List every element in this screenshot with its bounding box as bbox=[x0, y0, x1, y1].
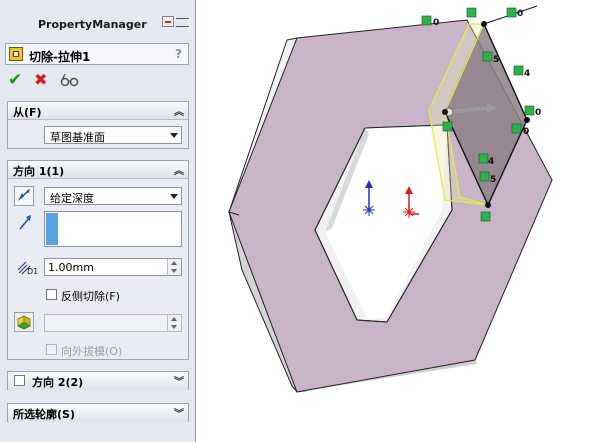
sketch-vertex[interactable] bbox=[485, 202, 491, 208]
feature-header: 切除-拉伸1 ? bbox=[5, 43, 189, 65]
relation-label: 0 bbox=[517, 9, 523, 19]
relation-label: 4 bbox=[524, 69, 530, 79]
help-icon[interactable]: ? bbox=[175, 47, 182, 61]
sketch-vertex[interactable] bbox=[524, 117, 530, 123]
selection-highlight bbox=[46, 213, 58, 245]
draft-outward-checkbox[interactable] bbox=[46, 344, 57, 355]
flip-side-label: 反侧切除(F) bbox=[61, 290, 120, 303]
selected-contours-header[interactable]: 所选轮廓(S) ︾ bbox=[8, 404, 188, 422]
panel-title-icons[interactable] bbox=[162, 16, 190, 28]
end-condition-select[interactable]: 给定深度 bbox=[44, 187, 182, 205]
reverse-direction-icon bbox=[18, 189, 30, 201]
ok-button[interactable]: ✔ bbox=[8, 70, 28, 90]
flip-side-checkbox[interactable] bbox=[46, 289, 57, 300]
direction1-header[interactable]: 方向 1(1) ︽ bbox=[8, 161, 188, 179]
direction2-checkbox[interactable] bbox=[14, 375, 25, 386]
relation-label: 0 bbox=[433, 18, 439, 28]
panel-title: PropertyManager bbox=[38, 18, 147, 31]
chevron-down-icon bbox=[170, 194, 178, 199]
direction1-label: 方向 1(1) bbox=[13, 165, 65, 178]
direction1-group: 方向 1(1) ︽ 给定深度 D1 1.00mm 反侧切除(F) 向外拔模(O) bbox=[7, 160, 189, 360]
from-group-label: 从(F) bbox=[13, 106, 42, 119]
glasses-icon bbox=[60, 73, 79, 87]
draft-spin-buttons[interactable] bbox=[167, 315, 181, 331]
panel-auto-hide-icon[interactable] bbox=[162, 16, 174, 27]
depth-spin-buttons[interactable] bbox=[167, 259, 181, 275]
from-group-header[interactable]: 从(F) ︽ bbox=[8, 102, 188, 120]
model-canvas[interactable]: 0 0 5 4 0 4 5 0 bbox=[197, 0, 590, 442]
panel-title-bar: PropertyManager bbox=[2, 4, 192, 38]
end-condition-value: 给定深度 bbox=[50, 192, 94, 205]
draft-angle-input[interactable] bbox=[44, 314, 182, 332]
selected-contours-group[interactable]: 所选轮廓(S) ︾ bbox=[7, 403, 189, 422]
sketch-vertex[interactable] bbox=[481, 21, 487, 27]
relation-label: 0 bbox=[535, 108, 541, 118]
extruded-cut-icon bbox=[9, 47, 23, 61]
graphics-viewport[interactable]: 0 0 5 4 0 4 5 0 bbox=[197, 0, 590, 442]
direction-vector-icon bbox=[18, 213, 34, 234]
relation-label: 0 bbox=[523, 127, 529, 137]
from-select[interactable]: 草图基准面 bbox=[44, 126, 182, 144]
draft-outward-label: 向外拔模(O) bbox=[61, 345, 123, 358]
relation-label: 5 bbox=[490, 175, 496, 185]
selected-contours-label: 所选轮廓(S) bbox=[13, 408, 75, 421]
expand-down-icon[interactable]: ︾ bbox=[174, 405, 184, 420]
direction2-label: 方向 2(2) bbox=[32, 376, 84, 389]
property-manager-panel: PropertyManager 切除-拉伸1 ? ✔ ✖ 从(F) ︽ 草图基准… bbox=[0, 0, 196, 442]
depth-input[interactable]: 1.00mm bbox=[44, 258, 182, 276]
from-select-value: 草图基准面 bbox=[50, 131, 105, 144]
chevron-down-icon bbox=[170, 133, 178, 138]
depth-value: 1.00mm bbox=[48, 261, 94, 274]
depth-icon: D1 bbox=[16, 258, 40, 281]
sketch-vertex[interactable] bbox=[442, 109, 448, 115]
direction-selection-box[interactable] bbox=[44, 211, 182, 247]
collapse-up-icon[interactable]: ︽ bbox=[174, 103, 184, 118]
panel-pin-icon[interactable] bbox=[176, 18, 189, 27]
expand-down-icon[interactable]: ︾ bbox=[174, 373, 184, 388]
feature-title: 切除-拉伸1 bbox=[29, 50, 91, 64]
cancel-button[interactable]: ✖ bbox=[34, 70, 54, 89]
draft-button[interactable] bbox=[14, 312, 34, 332]
relation-label: 4 bbox=[488, 157, 494, 167]
reverse-direction-button[interactable] bbox=[14, 186, 34, 206]
direction2-group[interactable]: 方向 2(2) ︾ bbox=[7, 371, 189, 390]
collapse-up-icon[interactable]: ︽ bbox=[174, 162, 184, 177]
relation-label: 5 bbox=[493, 55, 499, 65]
from-group: 从(F) ︽ 草图基准面 bbox=[7, 101, 189, 149]
draft-icon bbox=[17, 315, 31, 330]
detailed-preview-button[interactable] bbox=[60, 72, 80, 90]
direction2-header[interactable]: 方向 2(2) ︾ bbox=[8, 372, 188, 390]
depth-symbol: D1 bbox=[27, 267, 39, 276]
